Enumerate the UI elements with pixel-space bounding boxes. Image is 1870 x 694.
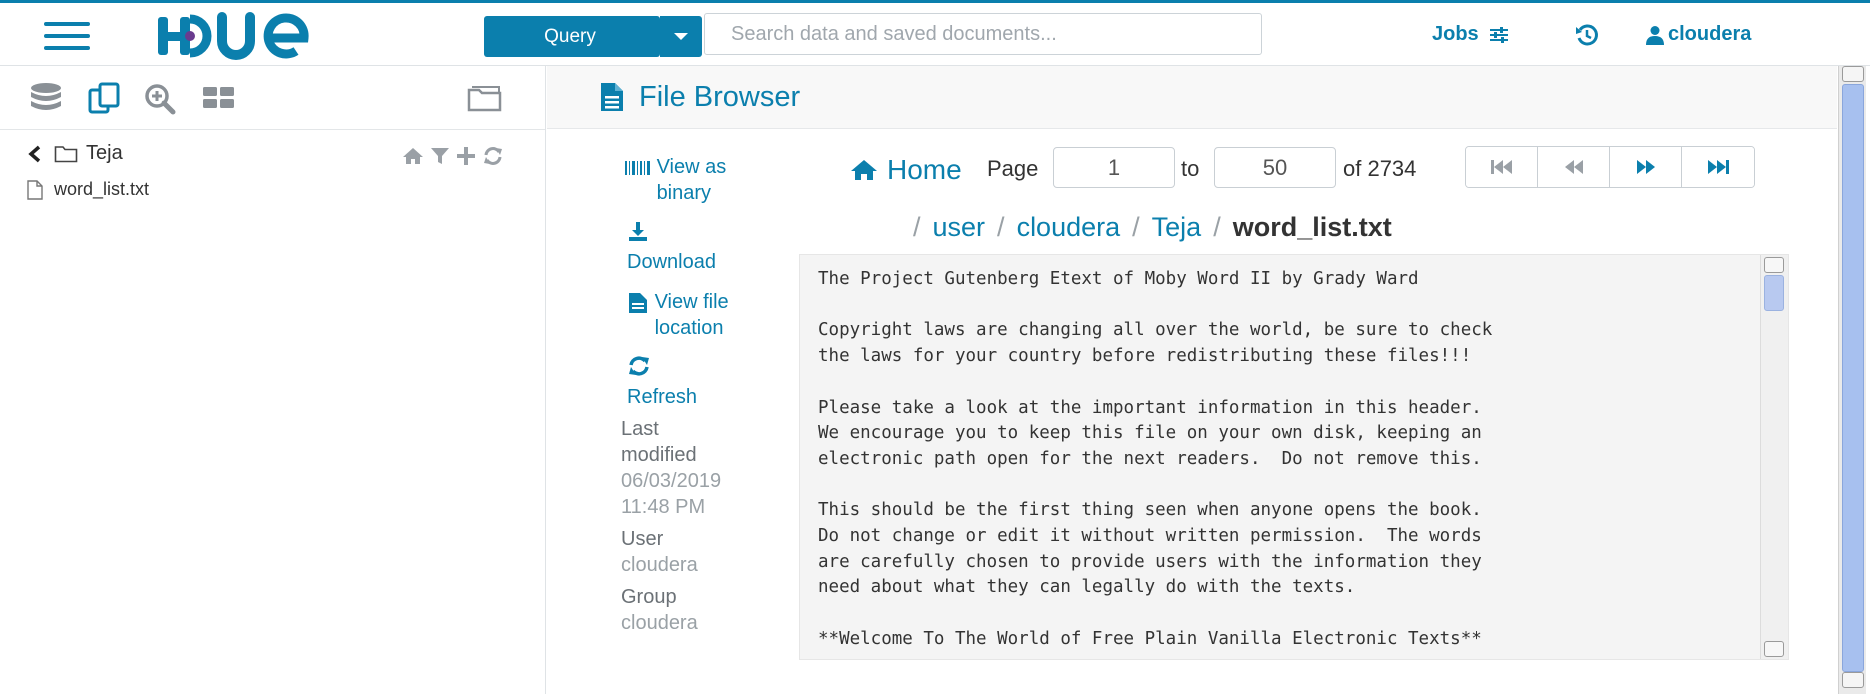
backward-icon — [1564, 160, 1583, 174]
jobs-label: Jobs — [1432, 23, 1479, 45]
chevron-left-icon[interactable] — [26, 144, 44, 164]
caret-down-icon — [674, 33, 688, 40]
refresh-link[interactable]: Refresh — [627, 355, 777, 410]
step-forward-icon — [1708, 160, 1729, 174]
view-file-location-link[interactable]: View file location — [627, 289, 777, 341]
breadcrumb-current-file: word_list.txt — [1232, 212, 1392, 242]
folder-open-icon[interactable] — [466, 80, 506, 116]
view-as-binary-link[interactable]: View as binary — [625, 154, 777, 206]
file-icon — [27, 179, 43, 200]
documents-icon[interactable] — [84, 80, 124, 116]
main-header: File Browser — [547, 66, 1837, 129]
search-plus-icon[interactable] — [140, 80, 180, 116]
group-value: cloudera — [621, 612, 698, 634]
page-title: File Browser — [639, 80, 801, 113]
user-value: cloudera — [621, 554, 698, 576]
query-dropdown-toggle[interactable] — [660, 16, 702, 57]
file-viewer-scrollbar[interactable] — [1760, 255, 1788, 659]
page-scroll-up-icon[interactable] — [1842, 66, 1864, 82]
page-scroll-thumb[interactable] — [1842, 84, 1864, 672]
top-navbar: Query Jobs cloudera — [0, 0, 1870, 66]
history-icon — [1576, 24, 1598, 46]
query-button[interactable]: Query — [484, 16, 660, 57]
path-breadcrumb: / user / cloudera / Teja / word_list.txt — [901, 212, 1392, 243]
page-to-input[interactable] — [1214, 147, 1336, 188]
step-backward-icon — [1490, 160, 1512, 174]
jobs-button[interactable]: Jobs — [1432, 23, 1511, 46]
forward-icon — [1636, 160, 1655, 174]
download-link[interactable]: Download — [627, 220, 777, 275]
current-folder-name: Teja — [86, 142, 123, 164]
group-label: Group — [621, 586, 677, 608]
last-modified-value: 06/03/2019 11:48 PM — [621, 470, 722, 518]
breadcrumb-item-teja[interactable]: Teja — [1152, 212, 1202, 243]
database-icon[interactable] — [26, 80, 66, 116]
file-text-small-icon — [629, 292, 647, 313]
query-button-label: Query — [544, 25, 596, 47]
global-search-input[interactable] — [704, 13, 1262, 55]
refresh-icon — [629, 356, 649, 376]
download-label: Download — [627, 251, 716, 273]
breadcrumb-separator: / — [913, 212, 921, 242]
folder-icon — [54, 145, 78, 162]
file-browser-main: File Browser View as binary Download Vie… — [547, 66, 1837, 694]
home-link[interactable]: Home — [849, 154, 962, 186]
breadcrumb-separator: / — [997, 212, 1005, 242]
home-icon[interactable] — [402, 146, 424, 166]
user-label: User — [621, 528, 664, 550]
page-total-label: of 2734 — [1343, 156, 1417, 181]
assist-toolbar — [0, 66, 545, 130]
plus-icon[interactable] — [456, 146, 476, 166]
refresh-icon[interactable] — [482, 146, 504, 166]
file-content-viewer[interactable]: The Project Gutenberg Etext of Moby Word… — [799, 254, 1789, 660]
breadcrumb-item-user[interactable]: user — [933, 212, 986, 243]
dashboard-icon[interactable] — [198, 80, 238, 116]
breadcrumb-separator: / — [1132, 212, 1140, 242]
hamburger-menu-icon[interactable] — [44, 20, 92, 52]
scroll-down-arrow-icon[interactable] — [1764, 641, 1784, 657]
refresh-label: Refresh — [627, 386, 698, 408]
file-content-text: The Project Gutenberg Etext of Moby Word… — [818, 269, 1493, 649]
last-page-button[interactable] — [1682, 147, 1754, 187]
breadcrumb-item-cloudera[interactable]: cloudera — [1017, 212, 1121, 243]
previous-page-button[interactable] — [1538, 147, 1610, 187]
scroll-up-arrow-icon[interactable] — [1764, 257, 1784, 273]
last-modified-label: Last modified — [621, 418, 697, 466]
sliders-icon — [1489, 26, 1508, 43]
file-name: word_list.txt — [54, 179, 150, 199]
page-label: Page — [987, 156, 1039, 181]
breadcrumb-separator: / — [1213, 212, 1221, 242]
home-icon — [851, 160, 877, 180]
view-file-location-label: View file location — [654, 291, 729, 339]
download-icon — [629, 222, 647, 241]
user-menu[interactable]: cloudera — [1646, 23, 1751, 46]
to-label: to — [1181, 156, 1200, 181]
user-icon — [1646, 25, 1664, 45]
assist-breadcrumb: Teja — [26, 142, 123, 165]
pager — [1465, 146, 1755, 188]
view-as-binary-label: View as binary — [656, 156, 727, 204]
hue-logo[interactable] — [156, 11, 346, 61]
assist-file-item[interactable]: word_list.txt — [26, 179, 149, 200]
page-scroll-down-icon[interactable] — [1842, 672, 1864, 688]
filter-icon[interactable] — [430, 146, 450, 166]
file-actions: View as binary Download View file locati… — [621, 154, 777, 636]
assist-actions — [402, 146, 504, 166]
username-label: cloudera — [1668, 23, 1752, 45]
next-page-button[interactable] — [1610, 147, 1682, 187]
page-scrollbar[interactable] — [1838, 66, 1866, 694]
left-assist-panel: Teja word_list.txt — [0, 66, 546, 694]
barcode-icon — [625, 160, 650, 175]
history-button[interactable] — [1574, 23, 1600, 47]
page-from-input[interactable] — [1053, 147, 1175, 188]
file-text-icon — [601, 83, 623, 111]
file-viewer-scroll-thumb[interactable] — [1764, 275, 1784, 311]
first-page-button[interactable] — [1466, 147, 1538, 187]
home-label: Home — [887, 154, 962, 185]
